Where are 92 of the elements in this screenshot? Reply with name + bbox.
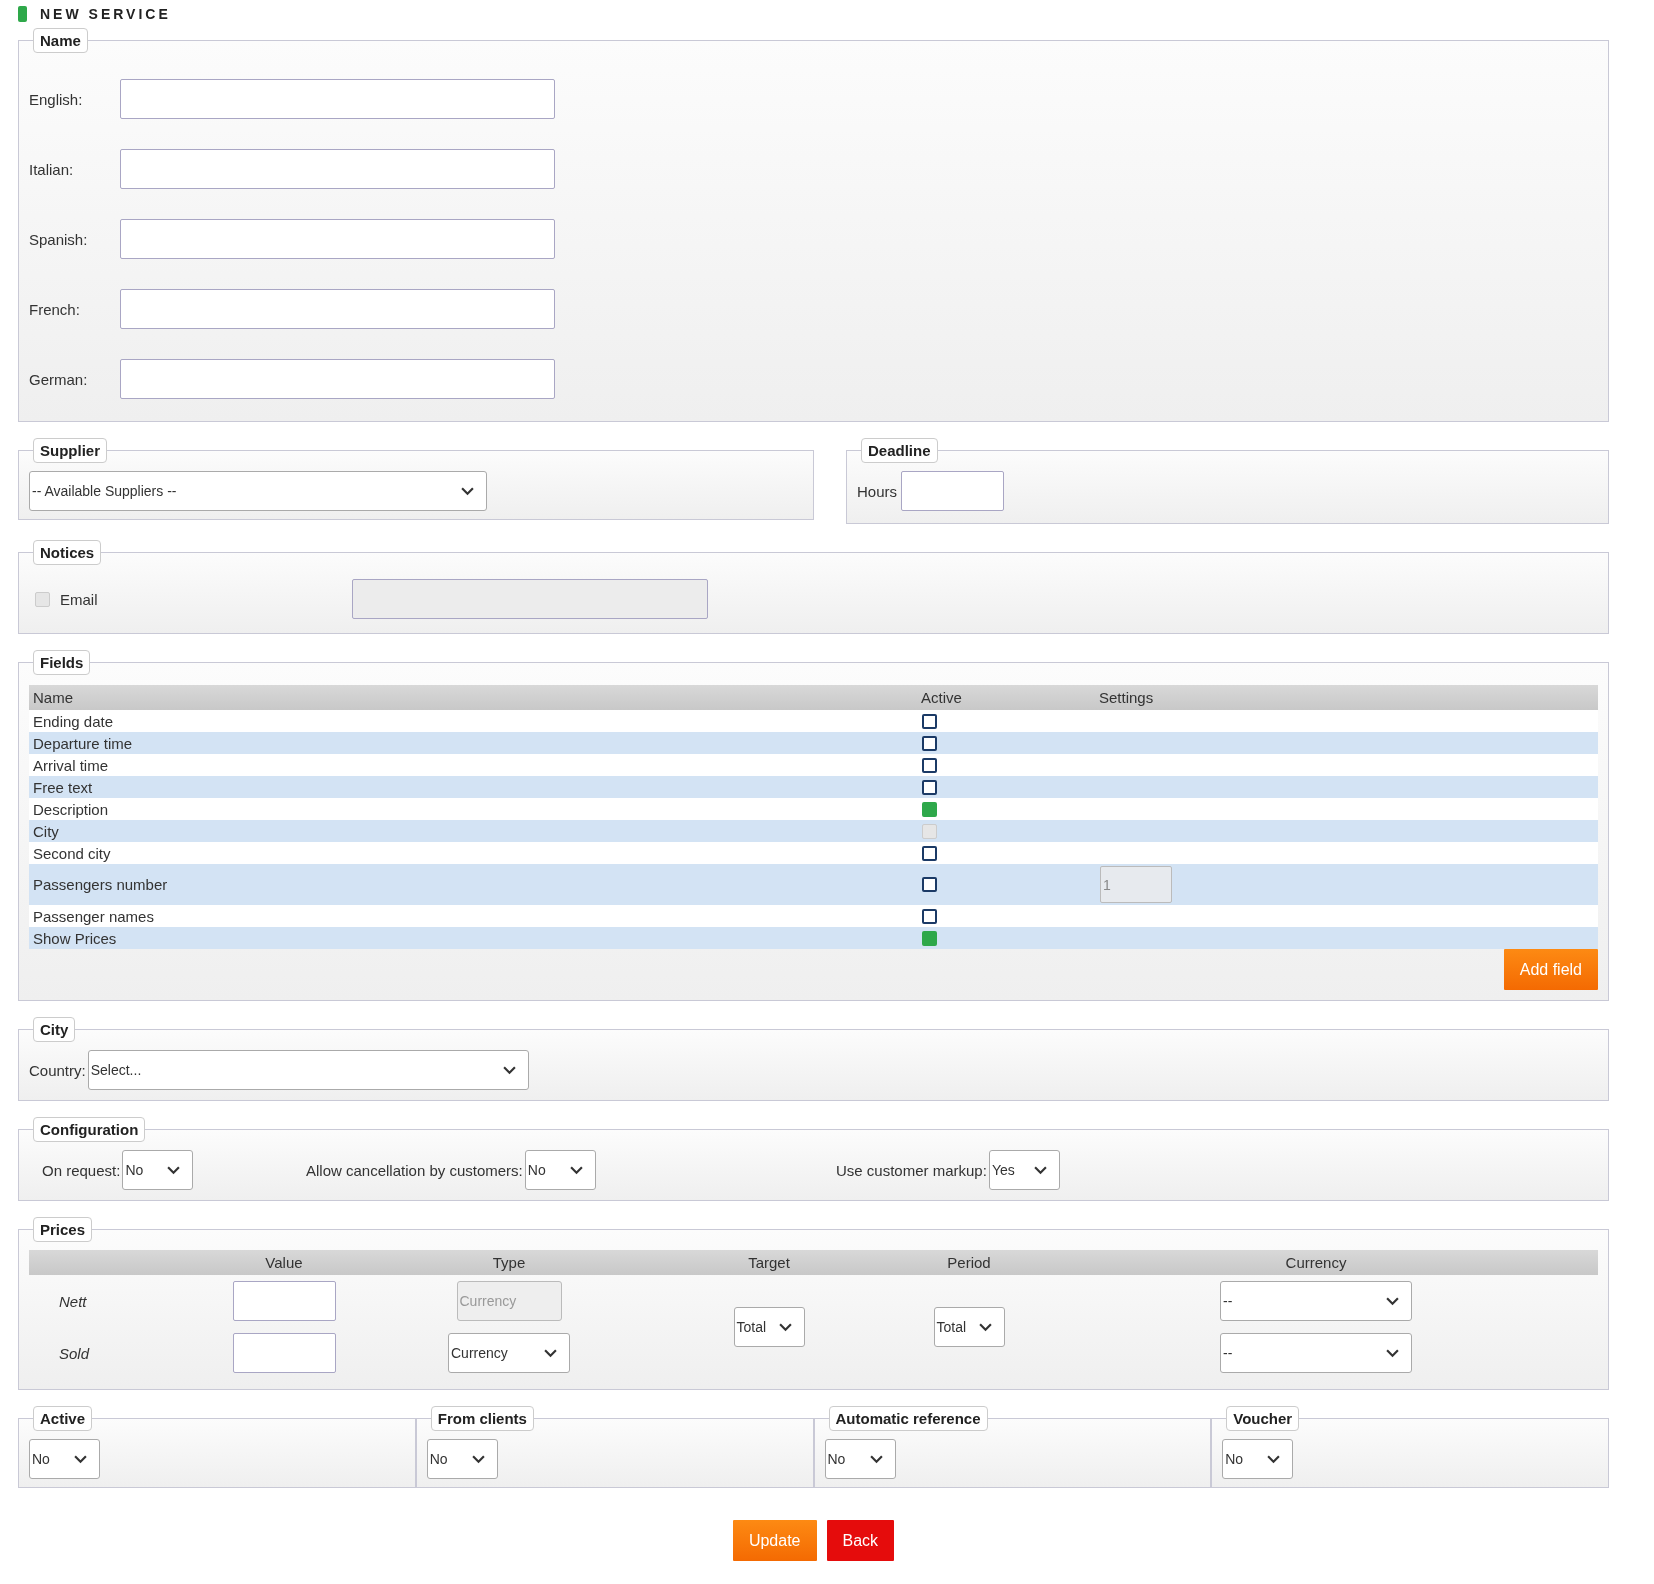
table-cell-text: Departure time	[32, 734, 134, 752]
dropdown[interactable]: No	[29, 1439, 100, 1479]
column-header: Settings	[1099, 689, 1155, 706]
caret-icon	[461, 486, 474, 496]
type-dropdown[interactable]: Currency	[448, 1333, 570, 1373]
value-input[interactable]	[232, 1333, 336, 1373]
field-label: English:	[29, 90, 84, 108]
table-cell-text: Ending date	[32, 712, 115, 730]
caret-icon	[978, 1322, 992, 1332]
text-input[interactable]	[120, 219, 555, 259]
caret-icon	[869, 1454, 883, 1464]
column-header: Active	[921, 689, 963, 706]
section-legend: Notices	[33, 540, 102, 565]
dropdown[interactable]: No	[426, 1439, 498, 1479]
currency-dropdown[interactable]: --	[1220, 1333, 1412, 1373]
table-cell-text: City	[32, 822, 60, 840]
checkbox[interactable]	[922, 845, 937, 861]
section-legend: Supplier	[33, 438, 107, 463]
dropdown[interactable]: Yes	[988, 1150, 1060, 1190]
section-legend: Voucher	[1226, 1406, 1300, 1431]
text-input[interactable]	[120, 79, 555, 119]
email-input[interactable]	[352, 579, 708, 619]
field-label: Country:	[29, 1061, 86, 1079]
section-legend: From clients	[430, 1406, 534, 1431]
checkbox[interactable]	[922, 735, 937, 751]
section-legend: Name	[33, 28, 88, 53]
value-input[interactable]	[232, 1281, 336, 1321]
field-label: Hours	[857, 482, 897, 500]
section-legend: City	[33, 1017, 76, 1042]
checkbox-label: Email	[60, 590, 99, 608]
section-legend: Active	[33, 1406, 93, 1431]
column-header: Type	[491, 1254, 527, 1271]
row-label: Nett	[58, 1292, 88, 1310]
field-label: German:	[29, 370, 89, 388]
checkbox[interactable]	[922, 779, 937, 795]
table-cell-text: Passenger names	[32, 907, 155, 925]
section-legend: Deadline	[861, 438, 938, 463]
table-cell-text: Arrival time	[32, 756, 109, 774]
caret-icon	[471, 1454, 485, 1464]
field-label: On request:	[42, 1161, 121, 1179]
text-input[interactable]	[120, 359, 555, 399]
caret-icon	[778, 1322, 792, 1332]
column-header: Name	[32, 689, 74, 706]
field-label: Italian:	[29, 160, 75, 178]
supplier-dropdown[interactable]: -- Available Suppliers --	[29, 471, 487, 511]
back-button[interactable]: Back	[826, 1520, 895, 1561]
column-header: Period	[946, 1254, 992, 1271]
checkbox[interactable]	[922, 757, 937, 773]
title-marker	[18, 6, 27, 22]
caret-icon	[1033, 1165, 1047, 1175]
caret-icon	[1386, 1296, 1399, 1306]
checkbox[interactable]	[922, 908, 937, 924]
section-legend: Fields	[33, 650, 91, 675]
table-cell-text: Description	[32, 800, 110, 818]
field-label: French:	[29, 300, 81, 318]
text-input[interactable]	[120, 289, 555, 329]
caret-icon	[167, 1165, 181, 1175]
country-dropdown[interactable]: Select...	[87, 1050, 529, 1090]
caret-icon	[502, 1065, 516, 1075]
period-dropdown[interactable]: Total	[933, 1307, 1005, 1347]
page-title: NEW SERVICE	[40, 6, 171, 22]
caret-icon	[569, 1165, 583, 1175]
dropdown[interactable]: No	[122, 1150, 194, 1190]
table-cell-text: Show Prices	[32, 929, 118, 947]
table-cell-text: Second city	[32, 844, 112, 862]
field-label: Use customer markup:	[836, 1161, 987, 1179]
checkbox[interactable]	[922, 877, 937, 892]
checkbox[interactable]	[922, 930, 937, 946]
table-cell-text: Passengers number	[32, 876, 169, 893]
target-dropdown[interactable]: Total	[733, 1307, 805, 1347]
column-header: Target	[747, 1254, 791, 1271]
caret-icon	[1267, 1454, 1281, 1464]
checkbox[interactable]	[922, 713, 937, 729]
section-legend: Prices	[33, 1217, 93, 1242]
row-label: Sold	[58, 1344, 91, 1362]
field-label: Allow cancellation by customers:	[306, 1161, 523, 1179]
section-legend: Automatic reference	[828, 1406, 988, 1431]
checkbox[interactable]	[922, 801, 937, 817]
section-legend: Configuration	[33, 1117, 146, 1142]
dropdown[interactable]: No	[1222, 1439, 1294, 1479]
text-input[interactable]	[120, 149, 555, 189]
column-header: Currency	[1284, 1254, 1348, 1271]
table-cell-text: Free text	[32, 778, 94, 796]
dropdown[interactable]: No	[524, 1150, 596, 1190]
caret-icon	[544, 1348, 557, 1358]
hours-input[interactable]	[901, 471, 1004, 511]
column-header: Value	[264, 1254, 304, 1271]
dropdown[interactable]: No	[824, 1439, 896, 1479]
field-label: Spanish:	[29, 230, 89, 248]
caret-icon	[74, 1454, 87, 1464]
caret-icon	[1386, 1348, 1399, 1358]
currency-dropdown[interactable]: --	[1220, 1281, 1412, 1321]
